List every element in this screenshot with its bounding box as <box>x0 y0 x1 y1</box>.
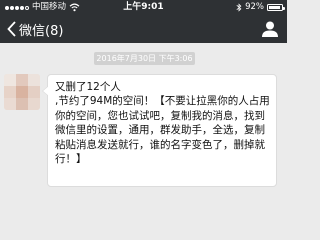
nav-bar: 微信(8) <box>0 15 287 43</box>
status-bar: 中国移动 上午9:01 92% <box>0 0 287 15</box>
person-icon[interactable] <box>261 20 279 38</box>
battery-fill <box>269 6 281 9</box>
chevron-left-icon <box>7 21 16 37</box>
top-bar: 中国移动 上午9:01 92% 微信(8) <box>0 0 287 43</box>
avatar-blurred-image <box>4 74 40 110</box>
message-timestamp: 2016年7月30日 下午3:06 <box>94 52 195 65</box>
back-label: 微信(8) <box>19 23 64 39</box>
message-text: 又删了12个人 ,节约了94M的空间！【不要让拉黑你的人占用你的空间，您也试试吧… <box>55 81 270 166</box>
battery-percent: 92% <box>245 2 264 12</box>
battery-icon <box>267 4 285 11</box>
message-bubble[interactable]: 又删了12个人 ,节约了94M的空间！【不要让拉黑你的人占用你的空间，您也试试吧… <box>42 74 277 187</box>
avatar[interactable] <box>4 74 40 110</box>
bluetooth-icon <box>236 3 242 12</box>
status-right: 92% <box>236 0 285 15</box>
back-button[interactable]: 微信(8) <box>7 18 63 40</box>
